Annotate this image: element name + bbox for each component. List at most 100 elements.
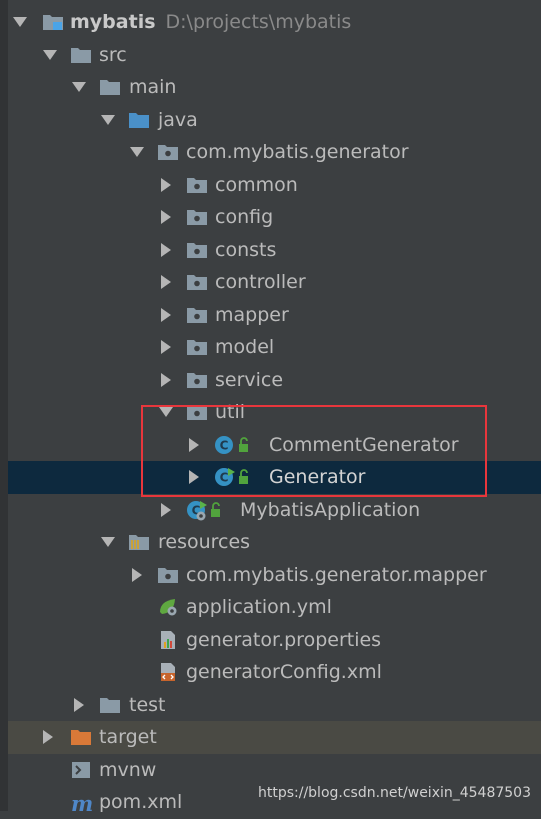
chevron-right-icon[interactable] [38,721,58,754]
tree-row-mapper-resources[interactable]: com.mybatis.generator.mapper [8,559,541,592]
chevron-right-icon[interactable] [184,461,204,494]
tree-row-mapper[interactable]: mapper [8,299,541,332]
package-icon [186,337,208,357]
tree-item-label: mvnw [99,758,157,781]
project-path: D:\projects\mybatis [165,11,352,33]
tree-item-label: model [215,336,275,358]
folder-icon [99,695,121,715]
tree-item-label: com.mybatis.generator [186,141,409,163]
tree-row-main[interactable]: main [8,71,541,104]
chevron-right-icon[interactable] [156,494,176,527]
tree-row-generatorconfig-xml[interactable]: generatorConfig.xml [8,656,541,689]
tree-row-mvnw[interactable]: mvnw [8,754,541,787]
tree-row-common[interactable]: common [8,169,541,202]
tree-row-service[interactable]: service [8,364,541,397]
script-file-icon [70,760,92,780]
tree-item-label: MybatisApplication [240,498,421,521]
svg-text:C: C [220,471,229,485]
tree-item-label: Generator [269,466,366,488]
xml-file-icon [157,662,179,682]
tree-item-label: service [215,368,284,391]
chevron-down-icon[interactable] [10,6,30,39]
tree-item-label: config [215,206,274,228]
maven-file-icon: m [70,792,92,814]
tree-row-util[interactable]: util [8,396,541,429]
watermark: https://blog.csdn.net/weixin_45487503 [257,785,531,801]
tree-row-application-yml[interactable]: application.yml [8,591,541,624]
tree-item-label: application.yml [186,596,332,618]
left-gutter [0,0,8,811]
tree-row-test[interactable]: test [8,689,541,722]
tree-row-generator-properties[interactable]: generator.properties [8,624,541,657]
module-folder-icon [42,12,64,32]
tree-item-label: com.mybatis.generator.mapper [186,563,487,586]
chevron-down-icon[interactable] [98,104,118,137]
tree-item-label: CommentGenerator [269,433,459,456]
tree-row-target[interactable]: target [8,721,541,754]
tree-item-label: common [215,173,298,196]
chevron-right-icon[interactable] [127,559,147,592]
project-title: mybatis D:\projects\mybatis [70,6,351,39]
tree-row-java[interactable]: java [8,104,541,137]
java-class-icon: C [214,435,258,455]
excluded-folder-icon [70,727,92,747]
tree-row-generator[interactable]: C Generator [8,461,541,494]
package-icon [186,207,208,227]
chevron-right-icon[interactable] [156,169,176,202]
java-class-runnable-icon: C [214,467,258,487]
package-icon [157,142,179,162]
folder-icon [70,45,92,65]
chevron-right-icon[interactable] [156,266,176,299]
properties-file-icon [157,630,179,650]
tree-item-label: consts [215,238,277,261]
tree-item-label: generatorConfig.xml [186,661,382,683]
tree-row-package[interactable]: com.mybatis.generator [8,136,541,169]
chevron-right-icon[interactable] [69,689,89,722]
chevron-down-icon[interactable] [98,526,118,559]
tree-item-label: pom.xml [99,791,183,813]
tree-item-label: mapper [215,303,289,326]
tree-row-controller[interactable]: controller [8,266,541,299]
chevron-right-icon[interactable] [156,299,176,332]
tree-item-label: target [99,726,157,748]
source-folder-icon [128,110,150,130]
tree-item-label: generator.properties [186,628,382,651]
folder-icon [99,77,121,97]
tree-row-commentgenerator[interactable]: C CommentGenerator [8,429,541,462]
chevron-down-icon[interactable] [156,396,176,429]
spring-boot-class-icon: C [186,500,230,520]
package-icon [186,370,208,390]
project-tree[interactable]: mybatis D:\projects\mybatis src main java… [8,6,541,819]
tree-row-mybatisapplication[interactable]: C MybatisApplication [8,494,541,527]
package-icon [186,272,208,292]
svg-text:C: C [220,438,229,452]
tree-item-label: test [129,693,166,716]
tree-row-src[interactable]: src [8,39,541,72]
package-icon [186,402,208,422]
chevron-right-icon[interactable] [156,201,176,234]
chevron-down-icon[interactable] [127,136,147,169]
package-icon [157,565,179,585]
chevron-right-icon[interactable] [184,429,204,462]
tree-row-project[interactable]: mybatis D:\projects\mybatis [8,6,541,39]
chevron-right-icon[interactable] [156,331,176,364]
resources-folder-icon [128,532,150,552]
chevron-right-icon[interactable] [156,364,176,397]
chevron-down-icon[interactable] [40,39,60,72]
spring-config-file-icon [157,597,179,617]
tree-item-label: resources [158,531,251,553]
chevron-right-icon[interactable] [156,234,176,267]
tree-item-label: src [99,43,127,66]
tree-row-consts[interactable]: consts [8,234,541,267]
tree-row-config[interactable]: config [8,201,541,234]
tree-row-model[interactable]: model [8,331,541,364]
tree-item-label: util [215,401,246,423]
chevron-down-icon[interactable] [69,71,89,104]
tree-item-label: controller [215,271,306,293]
package-icon [186,240,208,260]
package-icon [186,305,208,325]
project-name: mybatis [70,11,156,33]
tree-item-label: main [129,76,177,98]
tree-item-label: java [158,108,198,131]
tree-row-resources[interactable]: resources [8,526,541,559]
